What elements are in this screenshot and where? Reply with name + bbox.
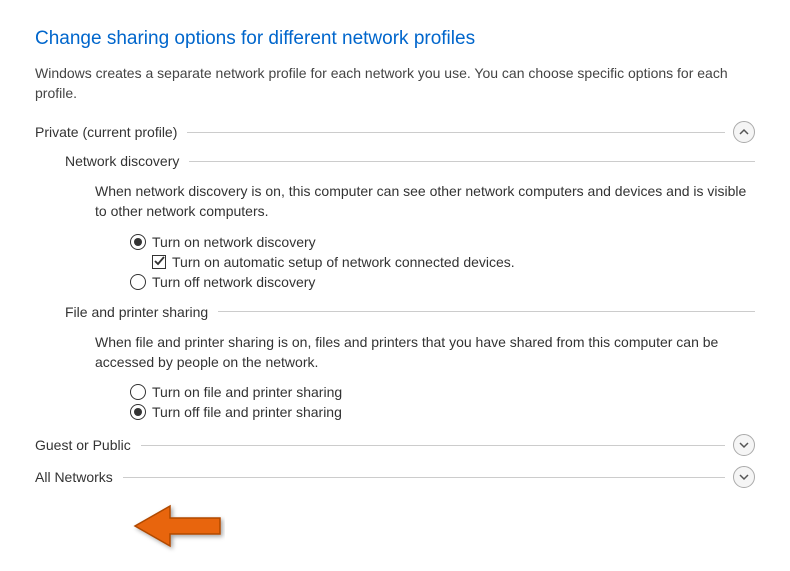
chevron-down-icon [739,469,749,485]
expand-guest-button[interactable] [733,434,755,456]
network-discovery-label: Network discovery [65,153,179,169]
divider [123,477,725,478]
radio-network-discovery-on[interactable]: Turn on network discovery [130,234,755,250]
radio-label: Turn off file and printer sharing [152,404,342,420]
section-all-networks-label: All Networks [35,469,113,485]
radio-file-sharing-on[interactable]: Turn on file and printer sharing [130,384,755,400]
section-private-header[interactable]: Private (current profile) [35,121,755,143]
section-private-label: Private (current profile) [35,124,177,140]
file-printer-description: When file and printer sharing is on, fil… [95,332,755,373]
chevron-up-icon [739,124,749,140]
checkbox-auto-setup[interactable]: Turn on automatic setup of network conne… [152,254,755,270]
radio-network-discovery-off[interactable]: Turn off network discovery [130,274,755,290]
expand-all-networks-button[interactable] [733,466,755,488]
page-title: Change sharing options for different net… [35,28,755,50]
checkbox-checked-icon [152,255,166,269]
divider [187,132,725,133]
section-guest-label: Guest or Public [35,437,131,453]
network-discovery-header: Network discovery [65,153,755,169]
annotation-arrow-icon [130,503,225,556]
divider [218,311,755,312]
radio-label: Turn on file and printer sharing [152,384,342,400]
radio-label: Turn on network discovery [152,234,316,250]
file-printer-header: File and printer sharing [65,304,755,320]
file-printer-label: File and printer sharing [65,304,208,320]
section-all-networks-header[interactable]: All Networks [35,466,755,488]
radio-unchecked-icon [130,274,146,290]
network-discovery-description: When network discovery is on, this compu… [95,181,755,222]
radio-file-sharing-off[interactable]: Turn off file and printer sharing [130,404,755,420]
checkbox-label: Turn on automatic setup of network conne… [172,254,515,270]
chevron-down-icon [739,437,749,453]
page-description: Windows creates a separate network profi… [35,64,755,103]
radio-label: Turn off network discovery [152,274,315,290]
radio-checked-icon [130,404,146,420]
radio-unchecked-icon [130,384,146,400]
divider [141,445,725,446]
collapse-private-button[interactable] [733,121,755,143]
divider [189,161,755,162]
radio-checked-icon [130,234,146,250]
section-guest-header[interactable]: Guest or Public [35,434,755,456]
